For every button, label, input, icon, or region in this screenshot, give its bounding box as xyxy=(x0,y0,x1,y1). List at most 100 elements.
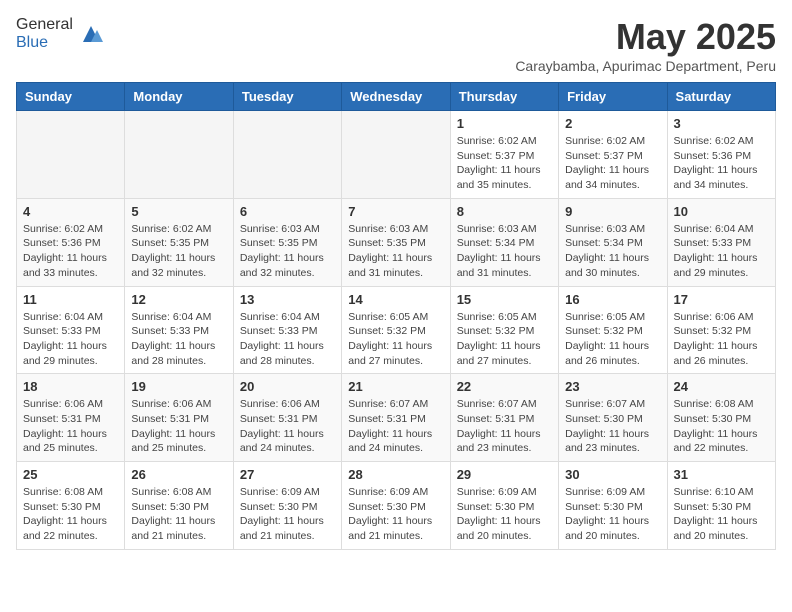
day-number: 29 xyxy=(457,467,552,482)
calendar-cell: 26 Sunrise: 6:08 AM Sunset: 5:30 PM Dayli… xyxy=(125,462,233,550)
week-row-4: 18Sunrise: 6:06 AM Sunset: 5:31 PM Dayli… xyxy=(17,374,776,462)
day-info: Sunrise: 6:02 AM Sunset: 5:36 PM Dayligh… xyxy=(23,222,118,281)
calendar-cell: 21Sunrise: 6:07 AM Sunset: 5:31 PM Dayli… xyxy=(342,374,450,462)
calendar-cell: 30Sunrise: 6:09 AM Sunset: 5:30 PM Dayli… xyxy=(559,462,667,550)
day-info: Sunrise: 6:08 AM Sunset: 5:30 PM Dayligh… xyxy=(131,485,226,544)
weekday-header-monday: Monday xyxy=(125,83,233,111)
day-info: Sunrise: 6:04 AM Sunset: 5:33 PM Dayligh… xyxy=(131,310,226,369)
week-row-1: 1 Sunrise: 6:02 AM Sunset: 5:37 PM Daylig… xyxy=(17,111,776,199)
day-number: 12 xyxy=(131,292,226,307)
calendar-cell xyxy=(342,111,450,199)
weekday-header-wednesday: Wednesday xyxy=(342,83,450,111)
calendar-cell: 28 Sunrise: 6:09 AM Sunset: 5:30 PM Dayli… xyxy=(342,462,450,550)
logo-blue-text: Blue xyxy=(16,34,48,51)
day-info: Sunrise: 6:06 AM Sunset: 5:32 PM Dayligh… xyxy=(674,310,769,369)
day-number: 20 xyxy=(240,379,335,394)
day-number: 14 xyxy=(348,292,443,307)
calendar-cell: 18Sunrise: 6:06 AM Sunset: 5:31 PM Dayli… xyxy=(17,374,125,462)
day-info: Sunrise: 6:04 AM Sunset: 5:33 PM Dayligh… xyxy=(23,310,118,369)
day-number: 23 xyxy=(565,379,660,394)
day-number: 5 xyxy=(131,204,226,219)
day-info: Sunrise: 6:03 AM Sunset: 5:35 PM Dayligh… xyxy=(240,222,335,281)
day-number: 10 xyxy=(674,204,769,219)
calendar-cell: 20Sunrise: 6:06 AM Sunset: 5:31 PM Dayli… xyxy=(233,374,341,462)
week-row-3: 11 Sunrise: 6:04 AM Sunset: 5:33 PM Dayli… xyxy=(17,286,776,374)
calendar-cell: 23Sunrise: 6:07 AM Sunset: 5:30 PM Dayli… xyxy=(559,374,667,462)
day-info: Sunrise: 6:06 AM Sunset: 5:31 PM Dayligh… xyxy=(23,397,118,456)
day-info: Sunrise: 6:05 AM Sunset: 5:32 PM Dayligh… xyxy=(457,310,552,369)
day-number: 31 xyxy=(674,467,769,482)
calendar-cell: 11 Sunrise: 6:04 AM Sunset: 5:33 PM Dayli… xyxy=(17,286,125,374)
calendar-cell xyxy=(125,111,233,199)
day-number: 17 xyxy=(674,292,769,307)
weekday-header-saturday: Saturday xyxy=(667,83,775,111)
day-info: Sunrise: 6:03 AM Sunset: 5:35 PM Dayligh… xyxy=(348,222,443,281)
calendar-cell: 2 Sunrise: 6:02 AM Sunset: 5:37 PM Daylig… xyxy=(559,111,667,199)
day-number: 27 xyxy=(240,467,335,482)
day-info: Sunrise: 6:04 AM Sunset: 5:33 PM Dayligh… xyxy=(674,222,769,281)
day-info: Sunrise: 6:06 AM Sunset: 5:31 PM Dayligh… xyxy=(131,397,226,456)
day-number: 28 xyxy=(348,467,443,482)
day-info: Sunrise: 6:03 AM Sunset: 5:34 PM Dayligh… xyxy=(457,222,552,281)
day-number: 13 xyxy=(240,292,335,307)
day-info: Sunrise: 6:02 AM Sunset: 5:37 PM Dayligh… xyxy=(565,134,660,193)
calendar-cell: 19 Sunrise: 6:06 AM Sunset: 5:31 PM Dayli… xyxy=(125,374,233,462)
week-row-5: 25 Sunrise: 6:08 AM Sunset: 5:30 PM Dayli… xyxy=(17,462,776,550)
calendar-cell: 25Sunrise: 6:08 AM Sunset: 5:30 PM Dayli… xyxy=(17,462,125,550)
day-number: 26 xyxy=(131,467,226,482)
calendar-cell: 31 Sunrise: 6:10 AM Sunset: 5:30 PM Dayli… xyxy=(667,462,775,550)
calendar-cell: 12 Sunrise: 6:04 AM Sunset: 5:33 PM Dayli… xyxy=(125,286,233,374)
day-info: Sunrise: 6:09 AM Sunset: 5:30 PM Dayligh… xyxy=(240,485,335,544)
logo: General Blue xyxy=(16,16,107,52)
calendar-cell: 8 Sunrise: 6:03 AM Sunset: 5:34 PM Daylig… xyxy=(450,198,558,286)
day-number: 16 xyxy=(565,292,660,307)
day-number: 1 xyxy=(457,116,552,131)
calendar-cell: 7 Sunrise: 6:03 AM Sunset: 5:35 PM Daylig… xyxy=(342,198,450,286)
calendar-cell: 17 Sunrise: 6:06 AM Sunset: 5:32 PM Dayli… xyxy=(667,286,775,374)
week-row-2: 4 Sunrise: 6:02 AM Sunset: 5:36 PM Daylig… xyxy=(17,198,776,286)
day-number: 7 xyxy=(348,204,443,219)
day-number: 25 xyxy=(23,467,118,482)
calendar-cell xyxy=(233,111,341,199)
day-number: 9 xyxy=(565,204,660,219)
day-number: 22 xyxy=(457,379,552,394)
calendar-table: SundayMondayTuesdayWednesdayThursdayFrid… xyxy=(16,82,776,550)
day-info: Sunrise: 6:09 AM Sunset: 5:30 PM Dayligh… xyxy=(457,485,552,544)
page-header: General Blue May 2025 Caraybamba, Apurim… xyxy=(16,16,776,74)
day-info: Sunrise: 6:02 AM Sunset: 5:35 PM Dayligh… xyxy=(131,222,226,281)
day-info: Sunrise: 6:08 AM Sunset: 5:30 PM Dayligh… xyxy=(674,397,769,456)
day-info: Sunrise: 6:05 AM Sunset: 5:32 PM Dayligh… xyxy=(565,310,660,369)
day-number: 8 xyxy=(457,204,552,219)
calendar-cell: 27 Sunrise: 6:09 AM Sunset: 5:30 PM Dayli… xyxy=(233,462,341,550)
day-number: 19 xyxy=(131,379,226,394)
calendar-cell: 4 Sunrise: 6:02 AM Sunset: 5:36 PM Daylig… xyxy=(17,198,125,286)
calendar-cell: 3 Sunrise: 6:02 AM Sunset: 5:36 PM Daylig… xyxy=(667,111,775,199)
day-number: 15 xyxy=(457,292,552,307)
day-info: Sunrise: 6:10 AM Sunset: 5:30 PM Dayligh… xyxy=(674,485,769,544)
day-number: 6 xyxy=(240,204,335,219)
day-info: Sunrise: 6:02 AM Sunset: 5:36 PM Dayligh… xyxy=(674,134,769,193)
calendar-cell: 6 Sunrise: 6:03 AM Sunset: 5:35 PM Daylig… xyxy=(233,198,341,286)
weekday-header-row: SundayMondayTuesdayWednesdayThursdayFrid… xyxy=(17,83,776,111)
day-info: Sunrise: 6:09 AM Sunset: 5:30 PM Dayligh… xyxy=(565,485,660,544)
calendar-cell: 10 Sunrise: 6:04 AM Sunset: 5:33 PM Dayli… xyxy=(667,198,775,286)
day-info: Sunrise: 6:03 AM Sunset: 5:34 PM Dayligh… xyxy=(565,222,660,281)
location-title: Caraybamba, Apurimac Department, Peru xyxy=(515,58,776,74)
day-number: 3 xyxy=(674,116,769,131)
calendar-cell xyxy=(17,111,125,199)
calendar-cell: 24Sunrise: 6:08 AM Sunset: 5:30 PM Dayli… xyxy=(667,374,775,462)
day-info: Sunrise: 6:05 AM Sunset: 5:32 PM Dayligh… xyxy=(348,310,443,369)
calendar-cell: 5 Sunrise: 6:02 AM Sunset: 5:35 PM Daylig… xyxy=(125,198,233,286)
day-number: 11 xyxy=(23,292,118,307)
weekday-header-sunday: Sunday xyxy=(17,83,125,111)
logo-general-text: General xyxy=(16,16,73,33)
day-number: 2 xyxy=(565,116,660,131)
weekday-header-friday: Friday xyxy=(559,83,667,111)
day-number: 4 xyxy=(23,204,118,219)
day-info: Sunrise: 6:04 AM Sunset: 5:33 PM Dayligh… xyxy=(240,310,335,369)
calendar-cell: 14 Sunrise: 6:05 AM Sunset: 5:32 PM Dayli… xyxy=(342,286,450,374)
weekday-header-thursday: Thursday xyxy=(450,83,558,111)
month-title: May 2025 xyxy=(515,16,776,58)
calendar-cell: 29 Sunrise: 6:09 AM Sunset: 5:30 PM Dayli… xyxy=(450,462,558,550)
day-info: Sunrise: 6:09 AM Sunset: 5:30 PM Dayligh… xyxy=(348,485,443,544)
